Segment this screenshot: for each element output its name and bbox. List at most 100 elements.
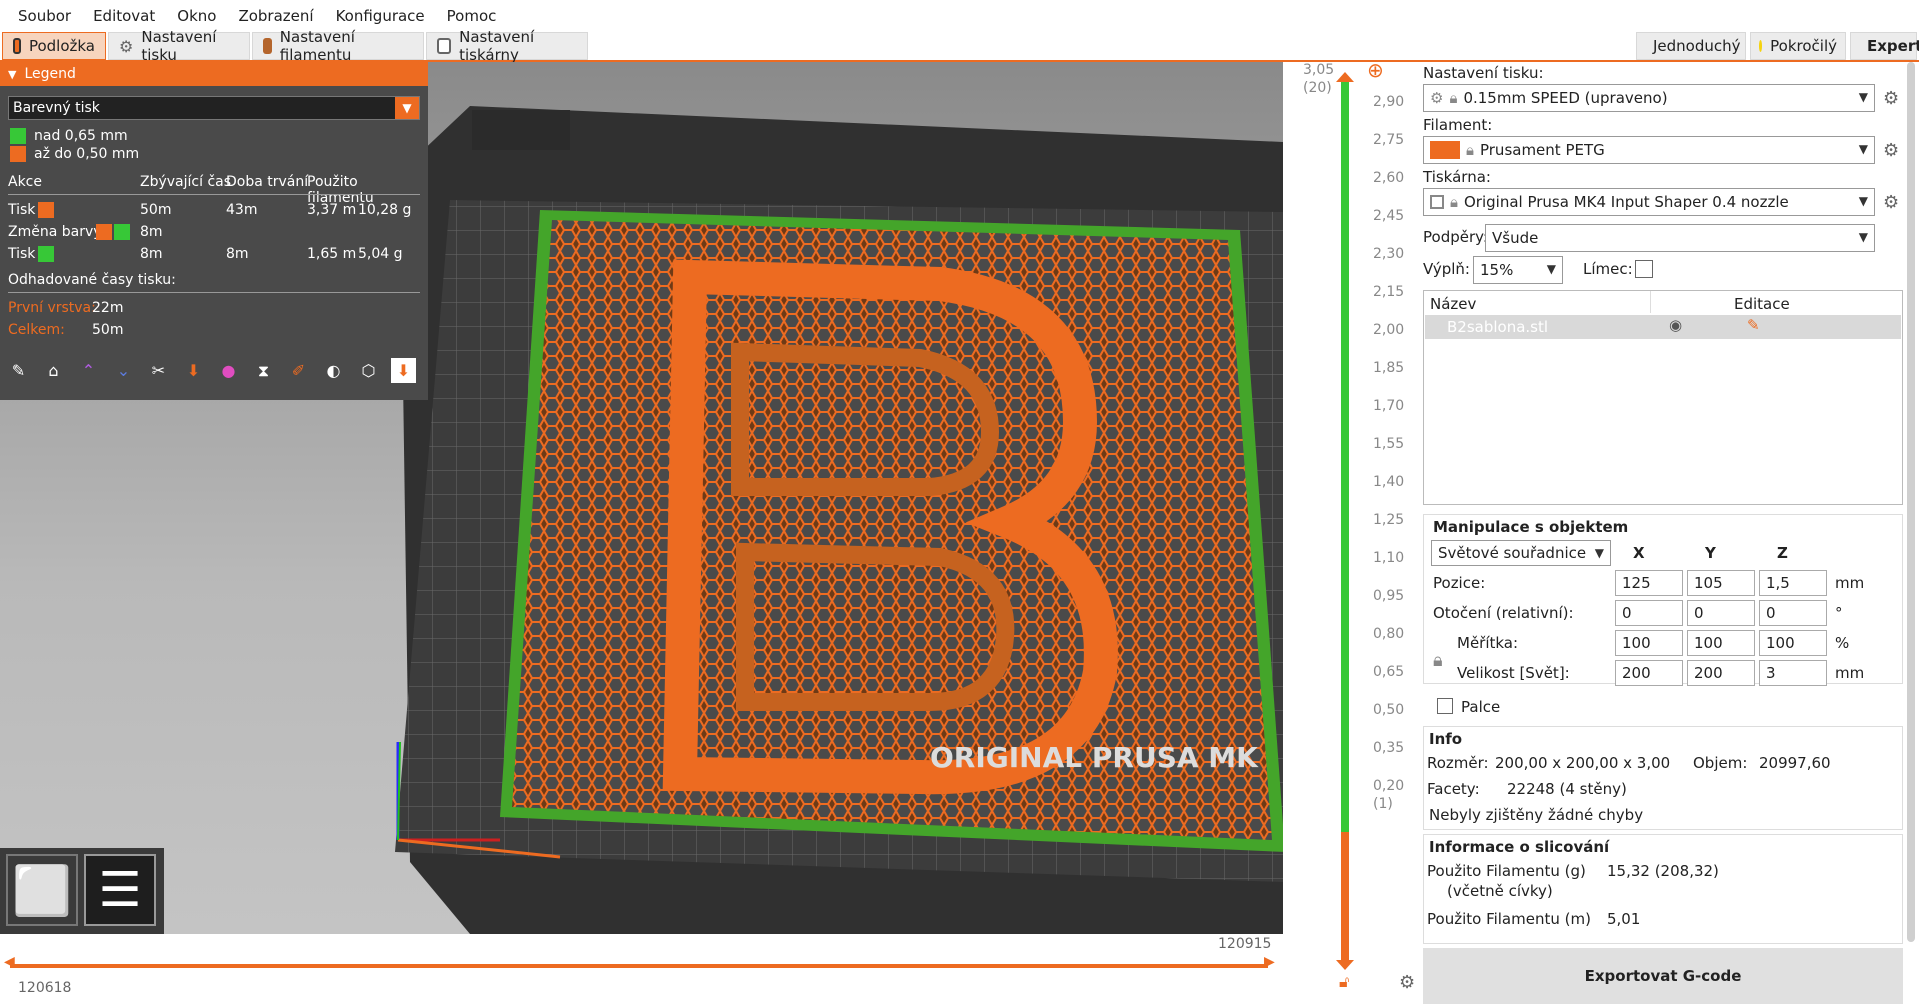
menu-window[interactable]: Okno (169, 3, 224, 29)
row-weight: 10,28 g (358, 202, 412, 218)
object-row[interactable]: B2sablona.stl ◉ ✎ (1425, 315, 1901, 339)
position-z-input[interactable]: 1,5 (1759, 570, 1827, 596)
layer-tick: 0,35 (1373, 740, 1405, 756)
print-settings-combo[interactable]: ⚙ 🔒︎ 0.15mm SPEED (upraveno) ▼ (1423, 84, 1875, 112)
collapse-arrow-icon: ▼ (8, 67, 17, 81)
bottom-layer: (1) (1373, 796, 1393, 812)
row-action: Změna barvy (8, 224, 102, 240)
deretractions-icon[interactable]: ⌄ (111, 358, 136, 383)
scale-x-input[interactable]: 100 (1615, 630, 1683, 656)
vertical-layer-slider[interactable]: 3,05 (20) ⊕ 2,90 2,75 2,60 2,45 2,30 2,1… (1283, 58, 1423, 1004)
legend-header[interactable]: ▼ Legend (0, 62, 428, 86)
legend-title: Legend (24, 66, 76, 82)
lock-icon[interactable]: 🔒︎ (1433, 650, 1443, 671)
custom-gcodes-icon[interactable]: ✐ (286, 358, 311, 383)
layer-track[interactable] (1336, 72, 1354, 972)
menu-configuration[interactable]: Konfigurace (328, 3, 433, 29)
chevron-down-icon: ▼ (1546, 262, 1556, 276)
color-swatch (96, 224, 112, 240)
layer-tick: 0,65 (1373, 664, 1405, 680)
travel-icon[interactable]: ✎ (6, 358, 31, 383)
edit-preset-icon[interactable]: ⚙ (1883, 88, 1899, 109)
tab-print-settings-label: Nastavení tisku (141, 28, 217, 64)
lock-icon[interactable]: 🔓︎ (1339, 972, 1349, 992)
rotation-x-input[interactable]: 0 (1615, 600, 1683, 626)
menu-help[interactable]: Pomoc (439, 3, 505, 29)
lock-icon: 🔒︎ (1449, 89, 1458, 107)
menu-file[interactable]: Soubor (10, 3, 79, 29)
color-swatch (114, 224, 130, 240)
shells-icon[interactable]: ⬡ (356, 358, 381, 383)
eye-icon[interactable]: ◉ (1669, 316, 1682, 334)
right-sidebar: Nastavení tisku: ⚙ 🔒︎ 0.15mm SPEED (upra… (1423, 62, 1919, 1004)
printer-combo[interactable]: 🔒︎ Original Prusa MK4 Input Shaper 0.4 n… (1423, 188, 1875, 216)
color-changes-icon[interactable]: ● (216, 358, 241, 383)
view-type-select[interactable]: Barevný tisk ▼ (8, 96, 420, 120)
view-type-value: Barevný tisk (13, 100, 100, 116)
wipe-icon[interactable]: ⌂ (41, 358, 66, 383)
scale-z-input[interactable]: 100 (1759, 630, 1827, 656)
tab-plater[interactable]: Podložka (2, 32, 106, 60)
edit-icon[interactable]: ✎ (1747, 316, 1760, 334)
tab-filament-settings[interactable]: Nastavení filamentu (252, 28, 424, 64)
rotation-y-input[interactable]: 0 (1687, 600, 1755, 626)
tool-marker-icon[interactable]: ⬇ (391, 358, 416, 383)
layer-tick: 2,75 (1373, 132, 1405, 148)
retractions-icon[interactable]: ⌃ (76, 358, 101, 383)
slice-info-title: Informace o slicování (1429, 838, 1610, 856)
layer-tick: 1,85 (1373, 360, 1405, 376)
filament-combo[interactable]: 🔒︎ Prusament PETG ▼ (1423, 136, 1875, 164)
size-x-input[interactable]: 200 (1615, 660, 1683, 686)
slider-right-arrow-icon[interactable]: ▶ (1264, 954, 1275, 970)
scale-label: Měřítka: (1457, 634, 1519, 652)
pause-prints-icon[interactable]: ⧗ (251, 358, 276, 383)
info-title: Info (1429, 730, 1463, 748)
scale-y-input[interactable]: 100 (1687, 630, 1755, 656)
row-remaining: 50m (140, 202, 172, 218)
layer-tick: 2,45 (1373, 208, 1405, 224)
edit-preset-icon[interactable]: ⚙ (1883, 192, 1899, 213)
position-y-input[interactable]: 105 (1687, 570, 1755, 596)
edit-preset-icon[interactable]: ⚙ (1883, 140, 1899, 161)
tab-printer-settings[interactable]: Nastavení tiskárny (426, 28, 588, 64)
tool-changes-icon[interactable]: ⬇ (181, 358, 206, 383)
infill-label: Výplň: (1423, 260, 1470, 278)
print-settings-label: Nastavení tisku: (1423, 64, 1544, 82)
supports-combo[interactable]: Všude ▼ (1485, 224, 1875, 252)
mode-expert-button[interactable]: Expert (1850, 32, 1919, 60)
cog-icon[interactable]: ⚙ (1399, 972, 1415, 993)
menu-view[interactable]: Zobrazení (230, 3, 321, 29)
size-y-input[interactable]: 200 (1687, 660, 1755, 686)
mode-advanced-button[interactable]: Pokročilý (1750, 32, 1846, 60)
layer-tick: 0,80 (1373, 626, 1405, 642)
size-z-input[interactable]: 3 (1759, 660, 1827, 686)
plater-icon (13, 38, 21, 54)
slider-track[interactable] (10, 964, 1268, 968)
mode-simple-button[interactable]: Jednoduchý (1636, 32, 1746, 60)
coordinate-system-select[interactable]: Světové souřadnice ▼ (1431, 540, 1611, 566)
infill-combo[interactable]: 15% ▼ (1473, 256, 1563, 284)
brim-checkbox[interactable] (1635, 260, 1653, 278)
3d-view-button[interactable]: ⬜ (6, 854, 78, 926)
add-color-change-icon[interactable]: ⊕ (1367, 58, 1384, 82)
tab-print-settings[interactable]: ⚙ Nastavení tisku (108, 28, 250, 64)
center-of-gravity-icon[interactable]: ◐ (321, 358, 346, 383)
tab-bar: Podložka ⚙ Nastavení tisku Nastavení fil… (0, 28, 1919, 64)
layer-tick: 0,95 (1373, 588, 1405, 604)
position-x-input[interactable]: 125 (1615, 570, 1683, 596)
rotation-unit: ° (1835, 604, 1843, 622)
layers-icon: ☰ (98, 862, 142, 918)
export-gcode-button[interactable]: Exportovat G-code (1423, 948, 1903, 1004)
preview-button[interactable]: ☰ (84, 854, 156, 926)
horizontal-move-slider[interactable]: ◀ ▶ 120618 120915 ↺ (0, 934, 1305, 1004)
chevron-down-icon: ▼ (1594, 546, 1604, 560)
chevron-down-icon: ▼ (1858, 194, 1868, 208)
printer-icon (1430, 195, 1444, 209)
sidebar-scrollbar[interactable] (1907, 62, 1915, 942)
layer-tick: 2,60 (1373, 170, 1405, 186)
menu-edit[interactable]: Editovat (85, 3, 163, 29)
seams-icon[interactable]: ✂ (146, 358, 171, 383)
range-label: až do 0,50 mm (34, 146, 140, 162)
rotation-z-input[interactable]: 0 (1759, 600, 1827, 626)
inches-checkbox[interactable] (1437, 698, 1453, 714)
